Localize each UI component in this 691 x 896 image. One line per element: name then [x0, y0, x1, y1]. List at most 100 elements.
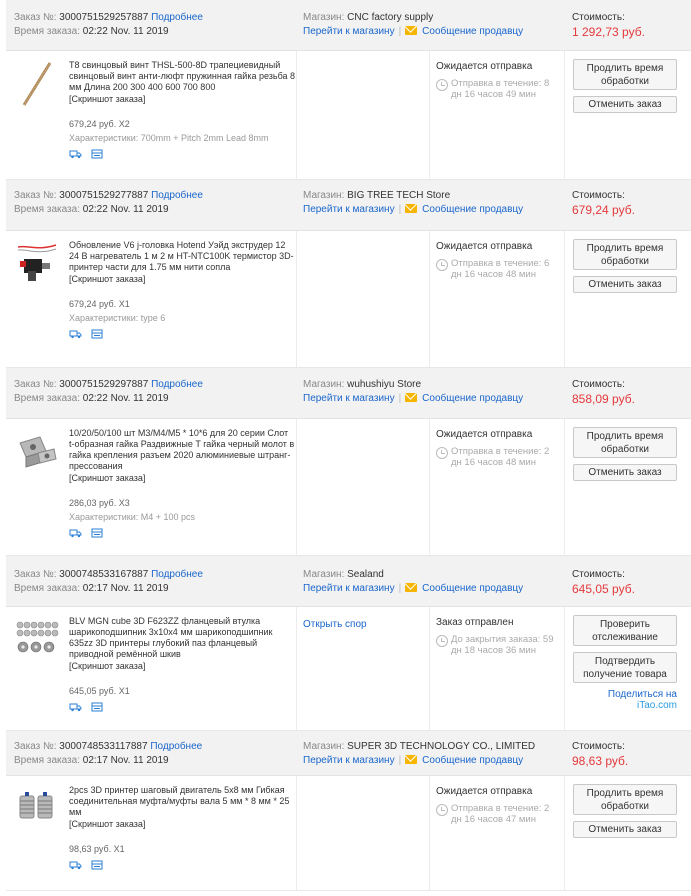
extend-processing-button[interactable]: Продлить время обработки: [573, 784, 677, 815]
go-to-shop-link[interactable]: Перейти к магазину: [303, 204, 395, 215]
order-number-label: Заказ №:: [14, 12, 57, 23]
check-tracking-button[interactable]: Проверить отслеживание: [573, 615, 677, 646]
order-total: 98,63 руб.: [572, 754, 629, 768]
shop-name: SUPER 3D TECHNOLOGY CO., LIMITED: [347, 741, 536, 752]
order-total: 645,05 руб.: [572, 582, 635, 596]
product-title[interactable]: BLV MGN cube 3D F623ZZ фланцевый втулка …: [69, 616, 296, 660]
cancel-order-button[interactable]: Отменить заказ: [573, 276, 677, 293]
go-to-shop-link[interactable]: Перейти к магазину: [303, 393, 395, 404]
product-thumbnail[interactable]: [14, 241, 60, 287]
shop-name: BIG TREE TECH Store: [347, 190, 451, 201]
order-screenshot-link[interactable]: [Скриншот заказа]: [69, 473, 296, 484]
message-seller-link[interactable]: Сообщение продавцу: [422, 26, 523, 37]
invoice-icon[interactable]: [91, 702, 103, 715]
order-screenshot-link[interactable]: [Скриншот заказа]: [69, 661, 296, 672]
order-status: Ожидается отправка: [436, 241, 533, 252]
message-seller-link[interactable]: Сообщение продавцу: [422, 583, 523, 594]
order-details-link[interactable]: Подробнее: [151, 569, 203, 580]
confirm-receipt-button[interactable]: Подтвердить получение товара: [573, 652, 677, 683]
product-thumbnail[interactable]: [14, 617, 60, 663]
order-screenshot-link[interactable]: [Скриншот заказа]: [69, 94, 296, 105]
product-price-qty: 679,24 руб. X1: [69, 299, 130, 309]
order-card: Заказ №: 3000751529297887 Подробнее Врем…: [6, 368, 691, 556]
order-details-link[interactable]: Подробнее: [150, 741, 202, 752]
go-to-shop-link[interactable]: Перейти к магазину: [303, 583, 395, 594]
cancel-order-button[interactable]: Отменить заказ: [573, 464, 677, 481]
go-to-shop-link[interactable]: Перейти к магазину: [303, 755, 395, 766]
shipping-truck-icon[interactable]: [69, 149, 82, 162]
order-time: 02:17 Nov. 11 2019: [82, 583, 169, 594]
order-screenshot-link[interactable]: [Скриншот заказа]: [69, 274, 296, 285]
shop-name: Sealand: [347, 569, 384, 580]
open-dispute-link[interactable]: Открыть спор: [303, 619, 367, 630]
itao-link[interactable]: iTao.com: [637, 700, 677, 711]
shipping-truck-icon[interactable]: [69, 702, 82, 715]
product-thumbnail[interactable]: [14, 786, 60, 832]
order-body: T8 свинцовый винт THSL-500-8D трапециеви…: [6, 51, 691, 179]
clock-icon: [436, 447, 448, 459]
order-screenshot-link[interactable]: [Скриншот заказа]: [69, 819, 296, 830]
product-thumbnail[interactable]: [14, 61, 60, 107]
product-price-qty: 286,03 руб. X3: [69, 498, 130, 508]
message-seller-link[interactable]: Сообщение продавцу: [422, 755, 523, 766]
status-countdown: Отправка в течение: 2 дн 16 часов 47 мин: [451, 803, 550, 825]
shop-label: Магазин:: [303, 569, 345, 580]
order-number-label: Заказ №:: [14, 190, 57, 201]
invoice-icon[interactable]: [91, 149, 103, 162]
order-details-link[interactable]: Подробнее: [151, 12, 203, 23]
product-title[interactable]: 10/20/50/100 шт M3/M4/M5 * 10*6 для 20 с…: [69, 428, 296, 472]
column-divider: [429, 776, 430, 890]
order-number: 3000751529257887: [59, 12, 149, 23]
order-total: 1 292,73 руб.: [572, 25, 645, 39]
order-status: Ожидается отправка: [436, 61, 533, 72]
status-countdown: Отправка в течение: 6 дн 16 часов 48 мин: [451, 258, 550, 280]
go-to-shop-link[interactable]: Перейти к магазину: [303, 26, 395, 37]
cancel-order-button[interactable]: Отменить заказ: [573, 96, 677, 113]
order-number: 3000748533117887: [59, 741, 148, 752]
product-title[interactable]: Обновление V6 j-головка Hotend Уэйд экст…: [69, 240, 296, 273]
cost-label: Стоимость:: [572, 569, 625, 580]
order-time-label: Время заказа:: [14, 755, 80, 766]
order-card: Заказ №: 3000748533167887 Подробнее Врем…: [6, 556, 691, 731]
column-divider: [564, 607, 565, 730]
order-time: 02:22 Nov. 11 2019: [82, 26, 169, 37]
message-seller-link[interactable]: Сообщение продавцу: [422, 204, 523, 215]
extend-processing-button[interactable]: Продлить время обработки: [573, 59, 677, 90]
order-card: Заказ №: 3000751529277887 Подробнее Врем…: [6, 180, 691, 368]
message-seller-link[interactable]: Сообщение продавцу: [422, 393, 523, 404]
shipping-truck-icon[interactable]: [69, 860, 82, 873]
cost-label: Стоимость:: [572, 741, 625, 752]
invoice-icon[interactable]: [91, 860, 103, 873]
extend-processing-button[interactable]: Продлить время обработки: [573, 427, 677, 458]
shop-label: Магазин:: [303, 741, 345, 752]
share-label[interactable]: Поделиться на: [608, 689, 677, 700]
product-price-qty: 98,63 руб. X1: [69, 844, 125, 854]
mail-icon: [405, 393, 418, 402]
order-details-link[interactable]: Подробнее: [151, 379, 203, 390]
product-title[interactable]: 2pcs 3D принтер шаговый двигатель 5x8 мм…: [69, 785, 296, 818]
column-divider: [429, 607, 430, 730]
product-price-qty: 679,24 руб. X2: [69, 119, 130, 129]
specs-label: Характеристики:: [69, 313, 139, 323]
invoice-icon[interactable]: [91, 528, 103, 541]
shop-label: Магазин:: [303, 379, 345, 390]
invoice-icon[interactable]: [91, 329, 103, 342]
shipping-truck-icon[interactable]: [69, 329, 82, 342]
cancel-order-button[interactable]: Отменить заказ: [573, 821, 677, 838]
mail-icon: [405, 26, 418, 35]
column-divider: [564, 776, 565, 890]
mail-icon: [405, 755, 418, 764]
clock-icon: [436, 79, 448, 91]
order-details-link[interactable]: Подробнее: [151, 190, 203, 201]
extend-processing-button[interactable]: Продлить время обработки: [573, 239, 677, 270]
clock-icon: [436, 259, 448, 271]
product-thumbnail[interactable]: [14, 429, 60, 475]
order-body: 10/20/50/100 шт M3/M4/M5 * 10*6 для 20 с…: [6, 419, 691, 555]
column-divider: [429, 51, 430, 179]
order-card: Заказ №: 3000751529257887 Подробнее Врем…: [6, 0, 691, 180]
order-total: 858,09 руб.: [572, 392, 635, 406]
shipping-truck-icon[interactable]: [69, 528, 82, 541]
product-title[interactable]: T8 свинцовый винт THSL-500-8D трапециеви…: [69, 60, 296, 93]
order-header: Заказ №: 3000751529257887 Подробнее Врем…: [6, 0, 691, 51]
order-body: 2pcs 3D принтер шаговый двигатель 5x8 мм…: [6, 776, 691, 890]
